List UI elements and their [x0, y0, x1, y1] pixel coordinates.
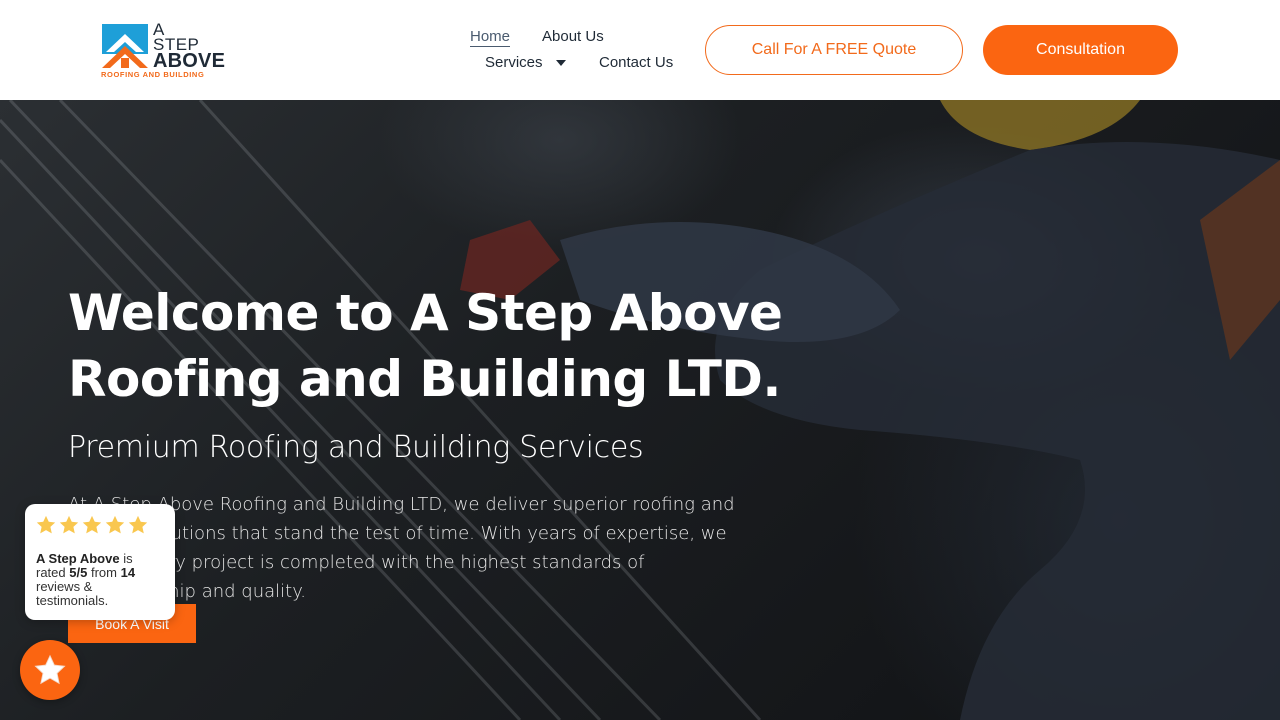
review-company: A Step Above	[36, 551, 120, 566]
rating-stars	[35, 514, 149, 536]
star-icon	[36, 515, 56, 534]
roof-logo-icon	[102, 24, 148, 68]
reviews-launcher-button[interactable]	[20, 640, 80, 700]
logo[interactable]: A STEP ABOVE ROOFING AND BUILDING	[100, 20, 230, 80]
hero-section: Welcome to A Step Above Roofing and Buil…	[0, 100, 1280, 720]
review-summary-text: A Step Above is rated 5/5 from 14 review…	[36, 552, 168, 608]
star-icon	[128, 515, 148, 534]
nav-contact-us[interactable]: Contact Us	[599, 54, 673, 71]
site-header: A STEP ABOVE ROOFING AND BUILDING Home A…	[0, 0, 1280, 100]
review-rating: 5/5	[69, 565, 88, 580]
star-icon	[82, 515, 102, 534]
review-suffix: reviews & testimonials.	[36, 579, 109, 608]
hero-subtitle: Premium Roofing and Building Services	[68, 430, 644, 465]
nav-about-us[interactable]: About Us	[542, 28, 604, 45]
review-is: is	[123, 551, 133, 566]
nav-services[interactable]: Services	[485, 54, 543, 71]
consultation-button[interactable]: Consultation	[983, 25, 1178, 75]
hero-title: Welcome to A Step Above Roofing and Buil…	[68, 284, 783, 408]
star-icon	[34, 654, 66, 685]
review-from: from	[90, 565, 117, 580]
nav-home[interactable]: Home	[470, 28, 511, 47]
star-icon	[105, 515, 125, 534]
free-quote-button[interactable]: Call For A FREE Quote	[705, 25, 963, 75]
logo-tagline: ROOFING AND BUILDING	[101, 70, 205, 79]
logo-word-above: ABOVE	[153, 50, 226, 72]
caret-down-icon[interactable]	[556, 60, 566, 66]
review-summary-card[interactable]: A Step Above is rated 5/5 from 14 review…	[25, 504, 175, 620]
review-rated: rated	[36, 565, 66, 580]
star-icon	[59, 515, 79, 534]
review-count: 14	[120, 565, 136, 580]
